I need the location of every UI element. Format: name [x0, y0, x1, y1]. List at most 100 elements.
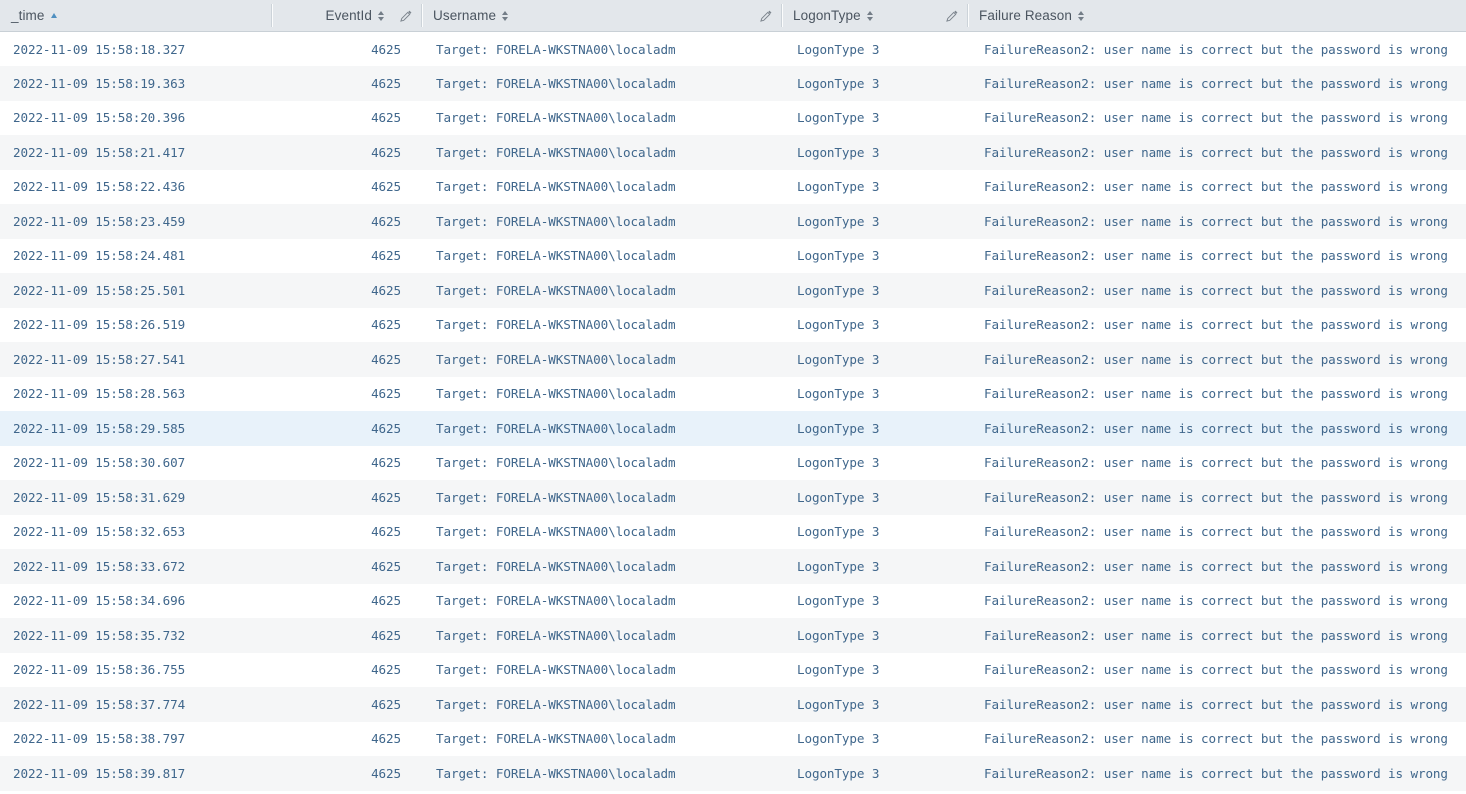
- cell-eventid: 4625: [371, 731, 401, 747]
- cell-username: Target: FORELA-WKSTNA00\localadm: [436, 179, 676, 195]
- cell-time: 2022-11-09 15:58:33.672: [13, 558, 186, 574]
- cell-time: 2022-11-09 15:58:37.774: [13, 696, 186, 712]
- cell-logontype: LogonType 3: [797, 386, 880, 402]
- cell-logontype: LogonType 3: [797, 696, 880, 712]
- cell-logontype: LogonType 3: [797, 248, 880, 264]
- table-row[interactable]: 2022-11-09 15:58:19.363 4625 Target: FOREL…: [0, 66, 1466, 101]
- cell-failure-reason: FailureReason2: user name is correct but…: [984, 489, 1448, 505]
- cell-eventid: 4625: [371, 662, 401, 678]
- cell-logontype: LogonType 3: [797, 41, 880, 57]
- cell-time: 2022-11-09 15:58:23.459: [13, 213, 186, 229]
- table-row[interactable]: 2022-11-09 15:58:32.653 4625 Target: FOREL…: [0, 514, 1466, 549]
- cell-logontype: LogonType 3: [797, 627, 880, 643]
- cell-eventid: 4625: [371, 558, 401, 574]
- cell-time: 2022-11-09 15:58:28.563: [13, 386, 186, 402]
- cell-username: Target: FORELA-WKSTNA00\localadm: [436, 696, 676, 712]
- cell-eventid: 4625: [371, 420, 401, 436]
- cell-eventid: 4625: [371, 593, 401, 609]
- cell-time: 2022-11-09 15:58:30.607: [13, 455, 186, 471]
- column-header-eventid-label: EventId: [325, 8, 372, 23]
- table-row[interactable]: 2022-11-09 15:58:23.459 4625 Target: FOREL…: [0, 204, 1466, 239]
- cell-username: Target: FORELA-WKSTNA00\localadm: [436, 731, 676, 747]
- table-row[interactable]: 2022-11-09 15:58:18.327 4625 Target: FOREL…: [0, 31, 1466, 66]
- cell-logontype: LogonType 3: [797, 282, 880, 298]
- column-header-eventid[interactable]: EventId: [272, 0, 422, 32]
- pencil-icon[interactable]: [759, 9, 773, 23]
- cell-time: 2022-11-09 15:58:25.501: [13, 282, 186, 298]
- cell-username: Target: FORELA-WKSTNA00\localadm: [436, 593, 676, 609]
- cell-logontype: LogonType 3: [797, 558, 880, 574]
- sort-arrows-icon[interactable]: [866, 10, 874, 22]
- cell-username: Target: FORELA-WKSTNA00\localadm: [436, 420, 676, 436]
- column-header-failure-reason[interactable]: Failure Reason: [968, 0, 1466, 32]
- cell-time: 2022-11-09 15:58:27.541: [13, 351, 186, 367]
- table-row[interactable]: 2022-11-09 15:58:27.541 4625 Target: FOREL…: [0, 342, 1466, 377]
- cell-logontype: LogonType 3: [797, 662, 880, 678]
- table-row[interactable]: 2022-11-09 15:58:21.417 4625 Target: FOREL…: [0, 135, 1466, 170]
- cell-username: Target: FORELA-WKSTNA00\localadm: [436, 627, 676, 643]
- cell-failure-reason: FailureReason2: user name is correct but…: [984, 420, 1448, 436]
- cell-eventid: 4625: [371, 765, 401, 781]
- table-row[interactable]: 2022-11-09 15:58:22.436 4625 Target: FOREL…: [0, 169, 1466, 204]
- cell-failure-reason: FailureReason2: user name is correct but…: [984, 144, 1448, 160]
- table-row[interactable]: 2022-11-09 15:58:30.607 4625 Target: FOREL…: [0, 445, 1466, 480]
- table-row[interactable]: 2022-11-09 15:58:37.774 4625 Target: FOREL…: [0, 687, 1466, 722]
- table-row[interactable]: 2022-11-09 15:58:33.672 4625 Target: FOREL…: [0, 549, 1466, 584]
- cell-username: Target: FORELA-WKSTNA00\localadm: [436, 282, 676, 298]
- sort-arrows-icon[interactable]: [502, 10, 509, 22]
- cell-eventid: 4625: [371, 75, 401, 91]
- column-header-logontype-label: LogonType: [793, 8, 861, 23]
- cell-username: Target: FORELA-WKSTNA00\localadm: [436, 248, 676, 264]
- cell-failure-reason: FailureReason2: user name is correct but…: [984, 662, 1448, 678]
- table-row[interactable]: 2022-11-09 15:58:35.732 4625 Target: FOREL…: [0, 618, 1466, 653]
- sort-ascending-icon[interactable]: [50, 10, 58, 22]
- table-row[interactable]: 2022-11-09 15:58:29.585 4625 Target: FOREL…: [0, 411, 1466, 446]
- cell-time: 2022-11-09 15:58:21.417: [13, 144, 186, 160]
- column-header-logontype[interactable]: LogonType: [782, 0, 968, 32]
- table-row[interactable]: 2022-11-09 15:58:34.696 4625 Target: FOREL…: [0, 583, 1466, 618]
- cell-logontype: LogonType 3: [797, 731, 880, 747]
- pencil-icon[interactable]: [945, 9, 959, 23]
- column-header-time[interactable]: _time: [0, 0, 272, 32]
- pencil-icon[interactable]: [399, 9, 413, 23]
- table-header: _time EventId Username LogonType Failure…: [0, 0, 1466, 32]
- events-table-panel: _time EventId Username LogonType Failure…: [0, 0, 1466, 794]
- cell-time: 2022-11-09 15:58:39.817: [13, 765, 186, 781]
- cell-failure-reason: FailureReason2: user name is correct but…: [984, 524, 1448, 540]
- cell-eventid: 4625: [371, 317, 401, 333]
- sort-arrows-icon[interactable]: [378, 10, 385, 22]
- cell-logontype: LogonType 3: [797, 179, 880, 195]
- cell-username: Target: FORELA-WKSTNA00\localadm: [436, 144, 676, 160]
- cell-username: Target: FORELA-WKSTNA00\localadm: [436, 765, 676, 781]
- cell-time: 2022-11-09 15:58:31.629: [13, 489, 186, 505]
- cell-failure-reason: FailureReason2: user name is correct but…: [984, 213, 1448, 229]
- cell-eventid: 4625: [371, 524, 401, 540]
- cell-username: Target: FORELA-WKSTNA00\localadm: [436, 213, 676, 229]
- table-row[interactable]: 2022-11-09 15:58:38.797 4625 Target: FOREL…: [0, 721, 1466, 756]
- table-row[interactable]: 2022-11-09 15:58:31.629 4625 Target: FOREL…: [0, 480, 1466, 515]
- table-row[interactable]: 2022-11-09 15:58:36.755 4625 Target: FOREL…: [0, 652, 1466, 687]
- cell-logontype: LogonType 3: [797, 144, 880, 160]
- table-row[interactable]: 2022-11-09 15:58:39.817 4625 Target: FOREL…: [0, 756, 1466, 791]
- cell-logontype: LogonType 3: [797, 110, 880, 126]
- cell-eventid: 4625: [371, 144, 401, 160]
- sort-arrows-icon[interactable]: [1077, 10, 1085, 22]
- cell-failure-reason: FailureReason2: user name is correct but…: [984, 75, 1448, 91]
- column-header-username[interactable]: Username: [422, 0, 782, 32]
- cell-failure-reason: FailureReason2: user name is correct but…: [984, 41, 1448, 57]
- cell-username: Target: FORELA-WKSTNA00\localadm: [436, 489, 676, 505]
- cell-logontype: LogonType 3: [797, 524, 880, 540]
- cell-time: 2022-11-09 15:58:20.396: [13, 110, 186, 126]
- table-row[interactable]: 2022-11-09 15:58:24.481 4625 Target: FOREL…: [0, 238, 1466, 273]
- cell-failure-reason: FailureReason2: user name is correct but…: [984, 455, 1448, 471]
- cell-logontype: LogonType 3: [797, 351, 880, 367]
- table-row[interactable]: 2022-11-09 15:58:28.563 4625 Target: FOREL…: [0, 376, 1466, 411]
- table-row[interactable]: 2022-11-09 15:58:25.501 4625 Target: FOREL…: [0, 273, 1466, 308]
- table-row[interactable]: 2022-11-09 15:58:20.396 4625 Target: FOREL…: [0, 100, 1466, 135]
- cell-eventid: 4625: [371, 248, 401, 264]
- table-row[interactable]: 2022-11-09 15:58:26.519 4625 Target: FOREL…: [0, 307, 1466, 342]
- cell-time: 2022-11-09 15:58:18.327: [13, 41, 186, 57]
- cell-username: Target: FORELA-WKSTNA00\localadm: [436, 524, 676, 540]
- table-body: 2022-11-09 15:58:18.327 4625 Target: FOREL…: [0, 31, 1466, 791]
- cell-username: Target: FORELA-WKSTNA00\localadm: [436, 662, 676, 678]
